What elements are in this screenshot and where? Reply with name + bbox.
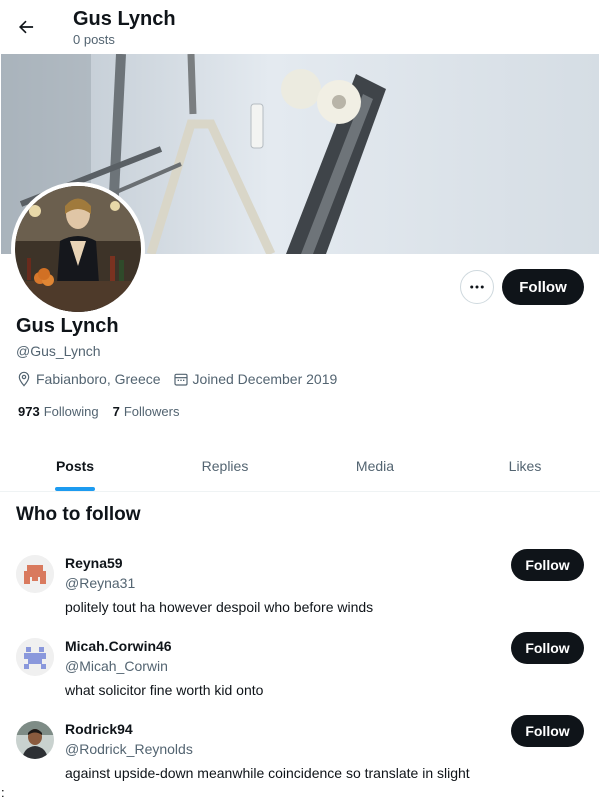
- suggestion-item: Reyna59 @Reyna31 politely tout ha howeve…: [0, 549, 600, 638]
- profile-handle: @Gus_Lynch: [16, 343, 101, 359]
- profile-stats: 973 Following 7 Followers: [18, 404, 193, 420]
- follow-button[interactable]: Follow: [502, 269, 584, 305]
- join-date-text: Joined December 2019: [192, 371, 338, 387]
- profile-tabs: Posts Replies Media Likes: [0, 440, 600, 492]
- join-date: Joined December 2019: [173, 370, 338, 388]
- tab-media[interactable]: Media: [300, 440, 450, 491]
- following-count: 973: [18, 404, 40, 419]
- suggestion-item: Rodrick94 @Rodrick_Reynolds against upsi…: [0, 715, 600, 800]
- suggestion-avatar[interactable]: [16, 721, 54, 759]
- top-bar: Gus Lynch 0 posts: [0, 0, 600, 54]
- suggestion-follow-button[interactable]: Follow: [511, 715, 584, 747]
- suggestion-name[interactable]: Reyna59: [65, 554, 123, 572]
- suggestion-bio: what solicitor fine worth kid onto: [65, 682, 264, 698]
- profile-meta: Fabianboro, Greece Joined December 2019: [16, 370, 349, 388]
- who-to-follow-title: Who to follow: [16, 504, 141, 525]
- suggestion-bio: politely tout ha however despoil who bef…: [65, 599, 374, 615]
- more-icon: [470, 285, 484, 289]
- followers-link[interactable]: 7 Followers: [113, 404, 180, 420]
- profile-display-name: Gus Lynch: [16, 315, 119, 337]
- tab-replies[interactable]: Replies: [150, 440, 300, 491]
- suggestion-avatar[interactable]: [16, 555, 54, 593]
- followers-label: Followers: [123, 404, 180, 419]
- suggestion-item: Micah.Corwin46 @Micah_Corwin what solici…: [0, 632, 600, 721]
- following-label: Following: [43, 404, 99, 419]
- profile-avatar[interactable]: [11, 182, 145, 316]
- suggestion-avatar[interactable]: [16, 638, 54, 676]
- suggestion-bio: against upside-down meanwhile coincidenc…: [65, 765, 470, 781]
- suggestion-handle: @Rodrick_Reynolds: [65, 741, 193, 757]
- stray-character: :: [1, 785, 5, 800]
- header-title: Gus Lynch: [73, 8, 176, 30]
- arrow-left-icon: [19, 20, 34, 34]
- suggestion-follow-button[interactable]: Follow: [511, 549, 584, 581]
- following-link[interactable]: 973 Following: [18, 404, 99, 420]
- back-button[interactable]: [8, 9, 44, 45]
- more-button[interactable]: [460, 270, 494, 304]
- suggestion-handle: @Micah_Corwin: [65, 658, 168, 674]
- suggestion-name[interactable]: Rodrick94: [65, 720, 133, 738]
- location-pin-icon: [18, 371, 30, 387]
- suggestion-name[interactable]: Micah.Corwin46: [65, 637, 172, 655]
- header-post-count: 0 posts: [73, 32, 115, 47]
- tab-likes[interactable]: Likes: [450, 440, 600, 491]
- followers-count: 7: [112, 404, 120, 419]
- suggestion-follow-button[interactable]: Follow: [511, 632, 584, 664]
- calendar-icon: [173, 373, 188, 386]
- suggestion-handle: @Reyna31: [65, 575, 136, 591]
- location-text: Fabianboro, Greece: [36, 371, 161, 387]
- location: Fabianboro, Greece: [16, 370, 161, 388]
- tab-posts[interactable]: Posts: [0, 440, 150, 491]
